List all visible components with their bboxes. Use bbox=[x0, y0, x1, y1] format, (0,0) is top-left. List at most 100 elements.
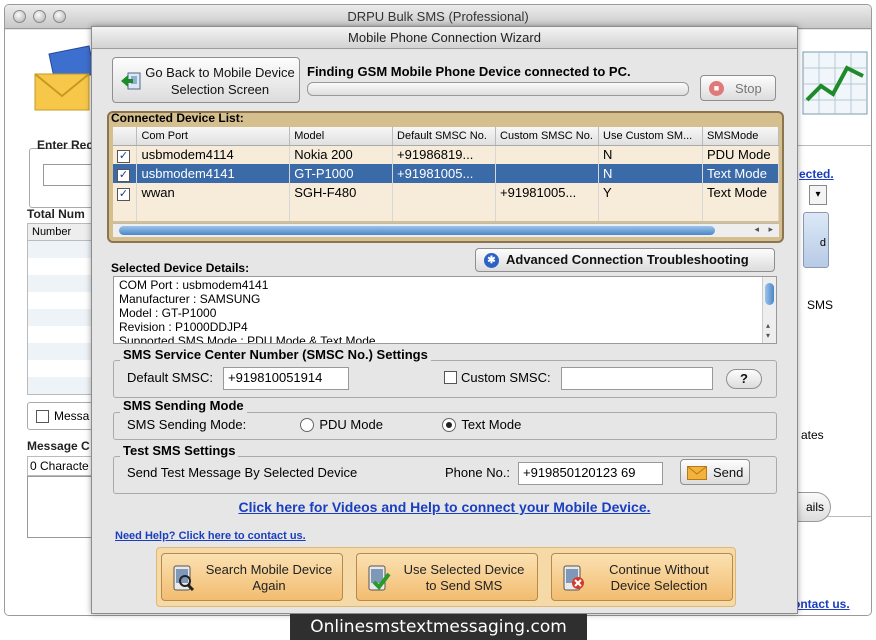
cell-model: Nokia 200 bbox=[289, 145, 394, 164]
bg-message-group: ✓ Messa bbox=[27, 402, 99, 430]
table-row-selected[interactable]: ✓ usbmodem4141 GT-P1000 +91981005... N T… bbox=[113, 164, 780, 183]
bg-sms-label: SMS bbox=[807, 298, 834, 312]
need-help-link[interactable]: Need Help? Click here to contact us. bbox=[115, 530, 306, 542]
selected-device-details-label: Selected Device Details: bbox=[111, 261, 250, 275]
cell-use-custom: N bbox=[598, 145, 703, 164]
stop-button[interactable]: ■ Stop bbox=[700, 75, 776, 101]
finding-device-status: Finding GSM Mobile Phone Device connecte… bbox=[307, 64, 631, 79]
zoom-window-icon[interactable] bbox=[53, 10, 66, 23]
scroll-right-icon[interactable]: ▸ bbox=[768, 224, 773, 235]
scroll-down-icon[interactable]: ▾ bbox=[766, 329, 770, 343]
table-row[interactable]: ✓ usbmodem4114 Nokia 200 +91986819... N … bbox=[113, 145, 780, 164]
custom-smsc-checkbox[interactable]: ✓ bbox=[444, 371, 457, 384]
watermark-banner: Onlinesmstextmessaging.com bbox=[290, 614, 587, 640]
cell-com-port: usbmodem4141 bbox=[136, 164, 291, 183]
default-smsc-input[interactable]: +919810051914 bbox=[223, 367, 349, 390]
device-checkbox[interactable]: ✓ bbox=[117, 187, 130, 201]
close-window-icon[interactable] bbox=[13, 10, 26, 23]
stop-icon: ■ bbox=[709, 81, 724, 96]
scroll-left-icon[interactable]: ◂ bbox=[754, 224, 759, 235]
bg-message-checkbox[interactable]: ✓ bbox=[36, 410, 49, 423]
details-model: Model : GT-P1000 bbox=[119, 306, 217, 320]
column-custom-smsc[interactable]: Custom SMSC No. bbox=[495, 127, 599, 146]
smsc-help-button[interactable]: ? bbox=[726, 369, 762, 389]
continue-without-label: Continue Without Device Selection bbox=[609, 562, 709, 593]
default-smsc-label: Default SMSC: bbox=[127, 370, 213, 385]
continue-without-button[interactable]: Continue Without Device Selection bbox=[551, 553, 733, 601]
bg-dropdown-chevron-down-icon[interactable]: ▾ bbox=[809, 185, 827, 205]
custom-smsc-label: Custom SMSC: bbox=[461, 370, 551, 385]
details-scrollbar-thumb[interactable] bbox=[765, 283, 774, 305]
search-progress-bar bbox=[307, 82, 689, 96]
send-label: Send bbox=[713, 465, 744, 480]
go-back-button[interactable]: Go Back to Mobile Device Selection Scree… bbox=[112, 57, 300, 103]
videos-help-link[interactable]: Click here for Videos and Help to connec… bbox=[92, 499, 797, 515]
bg-side-button[interactable]: d bbox=[803, 212, 829, 268]
advanced-troubleshooting-label: Advanced Connection Troubleshooting bbox=[506, 252, 749, 267]
cell-default-smsc: +91986819... bbox=[392, 145, 497, 164]
connected-device-list-label: Connected Device List: bbox=[111, 111, 244, 125]
bg-number-list[interactable]: Number bbox=[27, 223, 99, 395]
bg-message-textarea[interactable] bbox=[27, 476, 99, 538]
phone-number-label: Phone No.: bbox=[445, 465, 511, 480]
cell-sms-mode: Text Mode bbox=[702, 164, 780, 183]
cell-com-port: usbmodem4114 bbox=[136, 145, 291, 164]
pdu-mode-radio[interactable] bbox=[300, 417, 314, 432]
pdu-mode-option[interactable]: PDU Mode bbox=[300, 417, 383, 432]
stop-label: Stop bbox=[735, 81, 762, 96]
checkmark-device-icon bbox=[368, 565, 391, 591]
cell-model: GT-P1000 bbox=[289, 164, 394, 183]
table-row-empty bbox=[113, 202, 780, 221]
device-details-box[interactable]: COM Port : usbmodem4141 Manufacturer : S… bbox=[113, 276, 777, 344]
device-checkbox[interactable]: ✓ bbox=[117, 168, 130, 182]
advanced-troubleshooting-button[interactable]: ✱ Advanced Connection Troubleshooting bbox=[475, 248, 775, 272]
wizard-title: Mobile Phone Connection Wizard bbox=[92, 27, 797, 49]
use-selected-device-button[interactable]: Use Selected Device to Send SMS bbox=[356, 553, 538, 601]
pdu-mode-label: PDU Mode bbox=[319, 417, 383, 433]
cell-model: SGH-F480 bbox=[289, 183, 394, 202]
column-default-smsc[interactable]: Default SMSC No. bbox=[392, 127, 497, 146]
text-mode-label: Text Mode bbox=[461, 417, 522, 433]
details-scrollbar[interactable]: ▴ ▾ bbox=[762, 277, 776, 343]
cell-com-port: wwan bbox=[136, 183, 291, 202]
table-row[interactable]: ✓ wwan SGH-F480 +91981005... Y Text Mode bbox=[113, 183, 780, 202]
bg-number-column: Number bbox=[28, 224, 98, 241]
cell-use-custom: Y bbox=[598, 183, 703, 202]
use-selected-label: Use Selected Device to Send SMS bbox=[403, 562, 525, 593]
scrollbar-thumb[interactable] bbox=[119, 226, 715, 235]
column-use-custom[interactable]: Use Custom SM... bbox=[598, 127, 703, 146]
text-mode-radio[interactable] bbox=[442, 417, 456, 432]
text-mode-option[interactable]: Text Mode bbox=[442, 417, 521, 432]
search-device-icon bbox=[173, 565, 195, 592]
search-again-button[interactable]: Search Mobile Device Again bbox=[161, 553, 343, 601]
column-sms-mode[interactable]: SMSMode bbox=[702, 127, 780, 146]
bg-enter-recipient: Enter Rec bbox=[37, 138, 94, 152]
column-model[interactable]: Model bbox=[289, 127, 394, 146]
bg-selected-link[interactable]: ected. bbox=[799, 167, 834, 181]
details-supported-mode: Supported SMS Mode : PDU Mode & Text Mod… bbox=[119, 334, 376, 344]
cancel-device-icon bbox=[563, 565, 584, 591]
details-com-port: COM Port : usbmodem4141 bbox=[119, 278, 269, 292]
bg-message-label: Messa bbox=[54, 409, 90, 423]
table-horizontal-scrollbar[interactable]: ◂ ▸ bbox=[113, 223, 779, 237]
cell-use-custom: N bbox=[598, 164, 703, 183]
send-test-button[interactable]: Send bbox=[680, 459, 750, 485]
minimize-window-icon[interactable] bbox=[33, 10, 46, 23]
sending-mode-label: SMS Sending Mode: bbox=[127, 417, 247, 432]
go-back-label: Go Back to Mobile Device Selection Scree… bbox=[145, 65, 295, 97]
device-checkbox[interactable]: ✓ bbox=[117, 149, 130, 163]
column-com-port[interactable]: Com Port bbox=[136, 127, 291, 146]
smsc-settings-title: SMS Service Center Number (SMSC No.) Set… bbox=[120, 347, 431, 362]
cell-sms-mode: PDU Mode bbox=[702, 145, 780, 164]
cell-custom-smsc bbox=[495, 145, 599, 164]
bg-contact-link[interactable]: ontact us. bbox=[793, 597, 850, 611]
bg-details-button[interactable]: ails bbox=[795, 492, 831, 522]
custom-smsc-input[interactable] bbox=[561, 367, 713, 390]
cell-custom-smsc: +91981005... bbox=[495, 183, 599, 202]
cell-sms-mode: Text Mode bbox=[702, 183, 780, 202]
bg-total-numbers: Total Num bbox=[27, 207, 85, 221]
envelope-logo-icon bbox=[34, 45, 96, 111]
send-test-label: Send Test Message By Selected Device bbox=[127, 465, 358, 480]
phone-number-input[interactable]: +919850120123 69 bbox=[518, 462, 663, 485]
cell-custom-smsc bbox=[495, 164, 599, 183]
